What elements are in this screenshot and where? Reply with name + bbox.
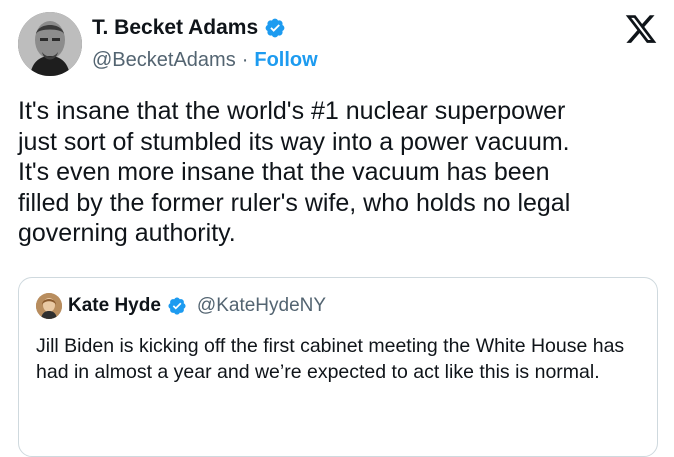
avatar[interactable] [18, 12, 82, 76]
tweet-text: It's insane that the world's #1 nuclear … [18, 97, 571, 247]
author-name[interactable]: T. Becket Adams [92, 16, 258, 40]
quoted-tweet-card[interactable]: Kate Hyde @KateHydeNY Jill Biden is kick… [18, 277, 658, 457]
quoted-verified-badge-icon [168, 297, 186, 315]
quoted-portrait [36, 293, 62, 319]
quoted-tweet-text: Jill Biden is kicking off the first cabi… [36, 335, 625, 383]
author-name-row: T. Becket Adams [92, 16, 286, 40]
quoted-author-handle[interactable]: @KateHydeNY [197, 295, 326, 317]
follow-button[interactable]: Follow [254, 49, 317, 72]
quoted-author-name[interactable]: Kate Hyde [68, 295, 161, 317]
quoted-avatar[interactable] [36, 293, 62, 319]
author-handle-row: @BecketAdams · Follow [92, 49, 318, 72]
verified-badge-icon [265, 18, 285, 38]
author-handle[interactable]: @BecketAdams [92, 49, 236, 72]
x-logo-icon[interactable] [624, 12, 658, 46]
author-portrait [18, 12, 82, 76]
separator-dot: · [241, 49, 249, 71]
quoted-header: Kate Hyde @KateHydeNY [36, 293, 326, 319]
